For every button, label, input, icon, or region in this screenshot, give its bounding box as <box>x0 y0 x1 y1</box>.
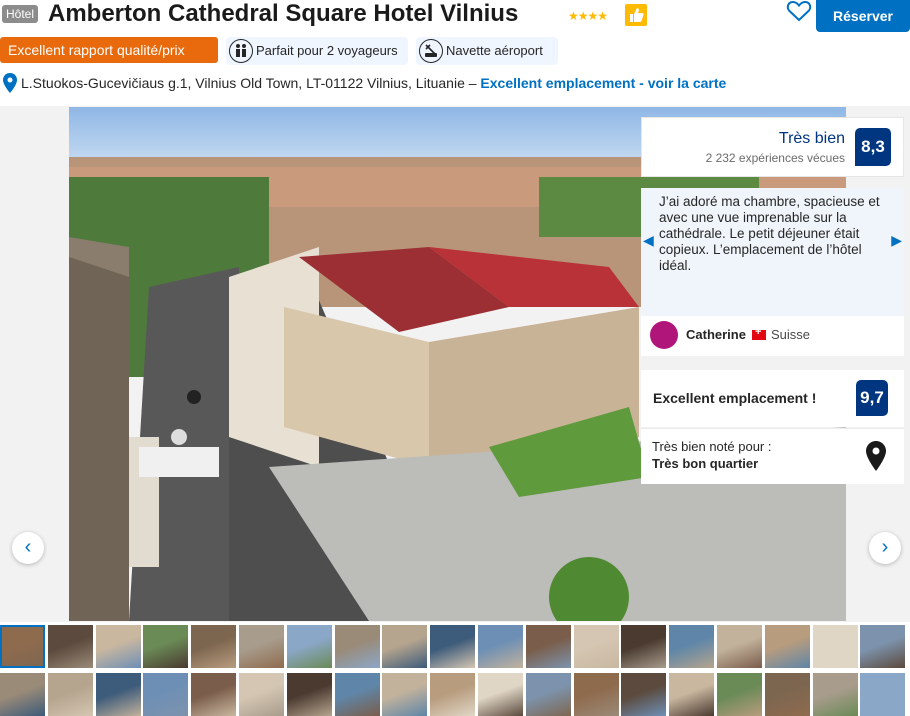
gallery-prev-button[interactable]: ‹ <box>12 532 44 564</box>
address-text: L.Stuokos-Gucevičiaus g.1, Vilnius Old T… <box>21 72 726 94</box>
thumbnail-strip <box>0 625 910 716</box>
gallery-thumbnail[interactable] <box>334 625 380 668</box>
review-count: 2 232 expériences vécues <box>705 151 845 165</box>
gallery-thumbnail[interactable] <box>191 673 237 716</box>
location-title: Excellent emplacement ! <box>653 390 817 406</box>
couple-icon <box>229 39 253 63</box>
feature-value: Très bon quartier <box>652 456 759 471</box>
gallery-thumbnail[interactable] <box>573 625 619 668</box>
gallery-thumbnail[interactable] <box>860 673 906 716</box>
gallery-thumbnail[interactable] <box>286 673 332 716</box>
gallery-thumbnail[interactable] <box>334 673 380 716</box>
gallery-thumbnail[interactable] <box>621 673 667 716</box>
gallery-thumbnail[interactable] <box>95 625 141 668</box>
avatar <box>650 321 678 349</box>
gallery-thumbnail[interactable] <box>812 673 858 716</box>
location-score-badge: 9,7 <box>856 380 888 416</box>
heart-icon[interactable] <box>786 0 812 22</box>
gallery-thumbnail[interactable] <box>239 625 284 668</box>
shuttle-label: Navette aéroport <box>446 43 543 58</box>
gallery-thumbnail[interactable] <box>191 625 237 668</box>
quote-next-button[interactable]: ▶ <box>891 232 902 249</box>
couple-chip: Parfait pour 2 voyageurs <box>226 37 408 65</box>
gallery-thumbnail[interactable] <box>95 673 141 716</box>
review-quote-box: ◀ J’ai adoré ma chambre, spacieuse et av… <box>641 188 904 316</box>
gallery-thumbnail[interactable] <box>621 625 667 668</box>
gallery-thumbnail[interactable] <box>669 673 715 716</box>
reviewer-name: Catherine <box>686 327 746 342</box>
gallery-thumbnail[interactable] <box>525 625 571 668</box>
gallery-thumbnail[interactable] <box>717 673 762 716</box>
gallery-thumbnail[interactable] <box>239 673 284 716</box>
gallery-thumbnail[interactable] <box>47 625 93 668</box>
quote-prev-button[interactable]: ◀ <box>643 232 654 249</box>
gallery-thumbnail[interactable] <box>764 625 810 668</box>
review-quote: J’ai adoré ma chambre, spacieuse et avec… <box>659 194 880 273</box>
gallery-thumbnail[interactable] <box>717 625 762 668</box>
gallery-thumbnail[interactable] <box>47 673 93 716</box>
gallery-thumbnail[interactable] <box>0 673 45 716</box>
gallery-thumbnail[interactable] <box>382 625 428 668</box>
gallery-thumbnail[interactable] <box>812 625 858 668</box>
couple-label: Parfait pour 2 voyageurs <box>256 43 398 58</box>
location-score-box: Excellent emplacement ! 9,7 <box>641 370 904 427</box>
gallery-thumbnail[interactable] <box>0 625 45 668</box>
gallery-thumbnail[interactable] <box>525 673 571 716</box>
review-score-badge: 8,3 <box>855 128 891 166</box>
thumbs-up-icon <box>625 4 647 26</box>
reviewer-country: Suisse <box>771 327 811 342</box>
feature-box: Très bien noté pour : Très bon quartier <box>641 428 904 484</box>
gallery-thumbnail[interactable] <box>286 625 332 668</box>
property-type-badge: Hôtel <box>2 5 39 23</box>
shuttle-icon <box>419 39 443 63</box>
photo-gallery: ‹ › <box>0 106 910 622</box>
star-rating: ★★★★ <box>568 9 608 23</box>
map-pin-icon <box>866 441 886 471</box>
address-value: L.Stuokos-Gucevičiaus g.1, Vilnius Old T… <box>21 75 477 91</box>
main-photo[interactable] <box>69 107 846 621</box>
gallery-thumbnail[interactable] <box>860 625 906 668</box>
gallery-thumbnail[interactable] <box>143 673 189 716</box>
review-score-box[interactable]: Très bien 2 232 expériences vécues 8,3 <box>641 117 904 177</box>
gallery-thumbnail[interactable] <box>382 673 428 716</box>
gallery-thumbnail[interactable] <box>478 625 523 668</box>
gallery-thumbnail[interactable] <box>478 673 523 716</box>
hotel-title: Amberton Cathedral Square Hotel Vilnius <box>48 0 519 27</box>
show-map-link[interactable]: Excellent emplacement - voir la carte <box>480 75 726 91</box>
gallery-thumbnail[interactable] <box>143 625 189 668</box>
hotel-header: Hôtel Amberton Cathedral Square Hotel Vi… <box>0 0 910 36</box>
gallery-next-button[interactable]: › <box>869 532 901 564</box>
value-badge: Excellent rapport qualité/prix <box>0 37 218 63</box>
score-word: Très bien <box>778 130 845 147</box>
shuttle-chip: Navette aéroport <box>416 37 558 65</box>
location-pin-icon <box>3 73 17 93</box>
gallery-thumbnail[interactable] <box>764 673 810 716</box>
gallery-thumbnail[interactable] <box>573 673 619 716</box>
reserve-button[interactable]: Réserver <box>816 0 910 32</box>
gallery-thumbnail[interactable] <box>430 673 476 716</box>
gallery-thumbnail[interactable] <box>430 625 476 668</box>
reviewer: Catherine Suisse <box>641 316 904 356</box>
swiss-flag-icon <box>752 326 766 340</box>
feature-label: Très bien noté pour : <box>652 439 772 454</box>
gallery-thumbnail[interactable] <box>669 625 715 668</box>
